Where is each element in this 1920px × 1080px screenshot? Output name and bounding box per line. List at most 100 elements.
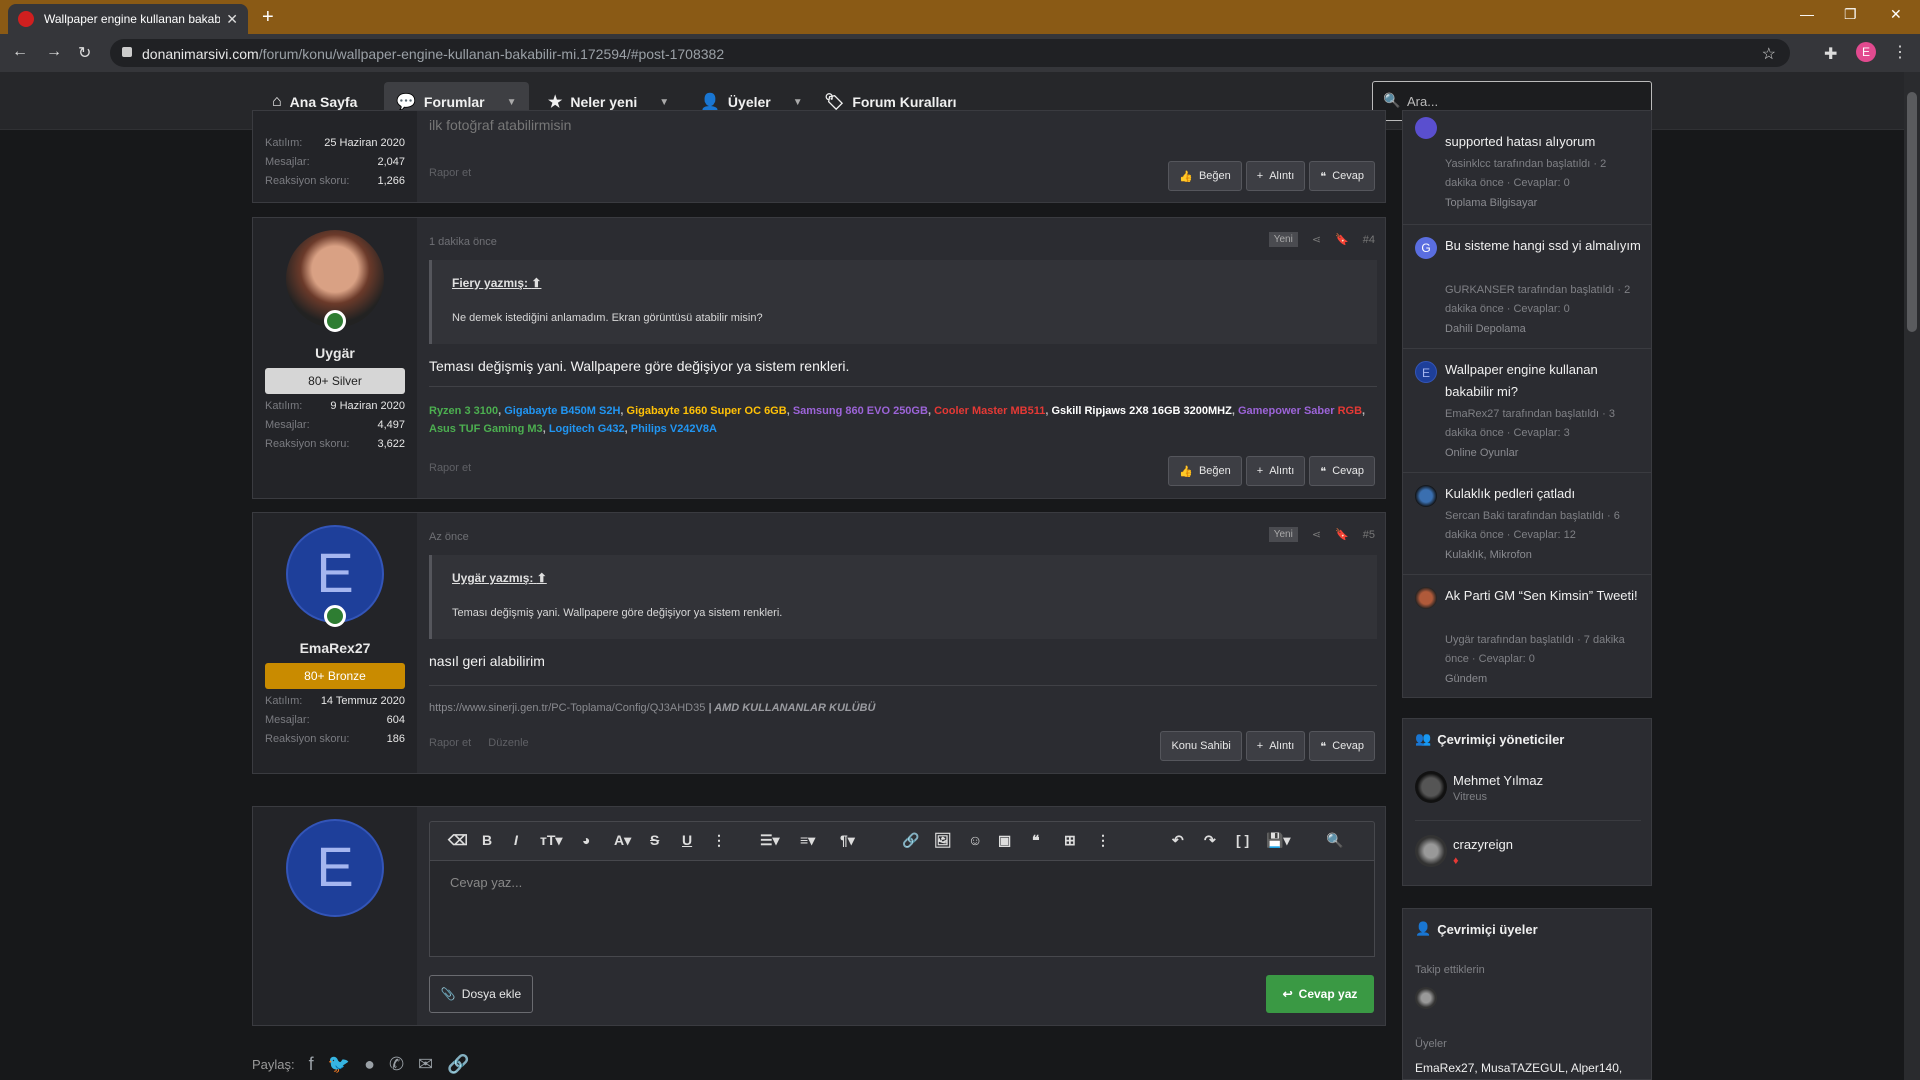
post-number[interactable]: #4 — [1363, 234, 1375, 246]
extensions-icon[interactable]: ✚ — [1824, 44, 1837, 64]
thread-forum[interactable]: Kulaklık, Mikrofon — [1445, 549, 1532, 561]
minimize-icon[interactable]: — — [1800, 6, 1814, 22]
save-draft-icon[interactable]: 💾▾ — [1266, 832, 1290, 849]
chevron-down-icon[interactable]: ▼ — [793, 97, 803, 108]
quote-author[interactable]: Fiery yazmış: ⬆ — [452, 276, 541, 290]
moderator-name[interactable]: Mehmet Yılmaz — [1453, 773, 1543, 788]
members-list[interactable]: EmaRex27, MusaTAZEGUL, Alper140, — [1415, 1061, 1622, 1075]
bookmark-icon[interactable]: 🔖 — [1335, 528, 1349, 541]
thread-forum[interactable]: Dahili Depolama — [1445, 323, 1526, 335]
reload-icon[interactable]: ↻ — [78, 43, 91, 63]
smiley-icon[interactable]: ☺ — [968, 832, 982, 848]
avatar[interactable] — [1415, 835, 1447, 867]
chevron-down-icon[interactable]: ▼ — [507, 97, 517, 108]
quote-button[interactable]: + Alıntı — [1245, 161, 1306, 191]
twitter-icon[interactable]: 🐦 — [328, 1054, 350, 1075]
more-options-icon[interactable]: ⋮ — [712, 832, 726, 849]
eraser-icon[interactable]: ⌫ — [448, 832, 468, 849]
avatar[interactable] — [1415, 771, 1447, 803]
profile-avatar[interactable]: E — [1856, 42, 1876, 62]
share-icon[interactable]: ⋖ — [1312, 528, 1321, 541]
palette-icon[interactable]: ◕ — [582, 832, 590, 848]
like-button[interactable]: 👍 Beğen — [1168, 456, 1242, 486]
moderator-item[interactable]: crazyreign ♦ — [1415, 835, 1641, 875]
bold-icon[interactable]: B — [482, 832, 492, 848]
avatar[interactable]: E — [286, 819, 384, 917]
share-icon[interactable]: ⋖ — [1312, 233, 1321, 246]
username[interactable]: Uygär — [253, 345, 417, 361]
list-icon[interactable]: ☰▾ — [760, 832, 780, 849]
arrow-up-circle-icon[interactable]: ⬆ — [537, 571, 547, 585]
url-field[interactable]: donanimarsivi.com/forum/konu/wallpaper-e… — [110, 39, 1790, 67]
thread-title[interactable]: Wallpaper engine kullanan bakabilir mi? — [1445, 359, 1641, 403]
restore-icon[interactable]: ❐ — [1844, 6, 1857, 23]
table-icon[interactable]: ⊞ — [1064, 832, 1076, 849]
new-tab-icon[interactable]: + — [262, 6, 274, 29]
bookmark-icon[interactable]: 🔖 — [1335, 233, 1349, 246]
more-options-icon[interactable]: ⋮ — [1096, 832, 1110, 849]
font-family-icon[interactable]: A▾ — [614, 832, 631, 849]
align-icon[interactable]: ≡▾ — [800, 832, 815, 849]
forward-icon[interactable]: → — [46, 43, 62, 61]
report-link[interactable]: Rapor et — [429, 167, 471, 179]
thread-title[interactable]: Kulaklık pedleri çatladı — [1445, 483, 1641, 505]
thread-forum[interactable]: Gündem — [1445, 673, 1487, 685]
thread-item[interactable]: supported hatası alıyorum Yasinklcc tara… — [1403, 111, 1651, 225]
chevron-down-icon[interactable]: ▼ — [659, 97, 669, 108]
media-icon[interactable]: ▣ — [998, 832, 1011, 849]
thread-item[interactable]: G Bu sisteme hangi ssd yi almalıyım GURK… — [1403, 225, 1651, 349]
underline-icon[interactable]: U — [682, 832, 692, 848]
edit-link[interactable]: Düzenle — [488, 737, 528, 749]
undo-icon[interactable]: ↶ — [1172, 832, 1184, 849]
window-close-icon[interactable]: ✕ — [1890, 6, 1902, 23]
facebook-icon[interactable]: f — [309, 1054, 314, 1075]
browser-tab[interactable]: Wallpaper engine kullanan bakab ✕ — [8, 4, 248, 34]
bbcode-icon[interactable]: [ ] — [1236, 832, 1249, 848]
thread-forum[interactable]: Toplama Bilgisayar — [1445, 197, 1537, 209]
image-icon[interactable]: 🖼 — [934, 832, 952, 849]
thread-title[interactable]: Bu sisteme hangi ssd yi almalıyım — [1445, 235, 1641, 257]
link-icon[interactable]: 🔗 — [902, 832, 919, 849]
avatar[interactable] — [1415, 987, 1437, 1009]
quote-icon[interactable]: ❝ — [1032, 832, 1040, 849]
post-reply-button[interactable]: ↩ Cevap yaz — [1266, 975, 1374, 1013]
report-link[interactable]: Rapor et — [429, 737, 471, 749]
close-tab-icon[interactable]: ✕ — [226, 11, 238, 28]
post-number[interactable]: #5 — [1363, 529, 1375, 541]
redo-icon[interactable]: ↷ — [1204, 832, 1216, 849]
back-icon[interactable]: ← — [12, 43, 28, 61]
font-size-icon[interactable]: тT▾ — [540, 832, 562, 849]
attach-file-button[interactable]: 📎 Dosya ekle — [429, 975, 533, 1013]
thread-owner-button[interactable]: Konu Sahibi — [1160, 731, 1242, 761]
email-icon[interactable]: ✉ — [418, 1054, 433, 1075]
italic-icon[interactable]: I — [514, 832, 518, 848]
whatsapp-icon[interactable]: ✆ — [389, 1054, 404, 1075]
moderator-item[interactable]: Mehmet Yılmaz Vitreus — [1415, 771, 1641, 821]
signature-link[interactable]: https://www.sinerji.gen.tr/PC-Toplama/Co… — [429, 702, 705, 714]
thread-item[interactable]: Kulaklık pedleri çatladı Sercan Baki tar… — [1403, 473, 1651, 575]
moderator-name[interactable]: crazyreign — [1453, 837, 1513, 852]
strikethrough-icon[interactable]: S — [650, 832, 659, 848]
quote-button[interactable]: + Alıntı — [1245, 456, 1306, 486]
browser-menu-icon[interactable]: ⋮ — [1892, 42, 1908, 62]
bookmark-star-icon[interactable]: ☆ — [1762, 44, 1776, 64]
thread-title[interactable]: supported hatası alıyorum — [1445, 131, 1641, 153]
thread-forum[interactable]: Online Oyunlar — [1445, 447, 1518, 459]
reply-button[interactable]: ❝ Cevap — [1309, 161, 1375, 191]
thread-item[interactable]: Ak Parti GM “Sen Kimsin” Tweeti! Uygär t… — [1403, 575, 1651, 699]
paragraph-icon[interactable]: ¶▾ — [840, 832, 855, 849]
quote-button[interactable]: + Alıntı — [1245, 731, 1306, 761]
report-link[interactable]: Rapor et — [429, 462, 471, 474]
like-button[interactable]: 👍 Beğen — [1168, 161, 1242, 191]
thread-title[interactable]: Ak Parti GM “Sen Kimsin” Tweeti! — [1445, 585, 1641, 607]
link-icon[interactable]: 🔗 — [447, 1054, 469, 1075]
post-time[interactable]: Az önce — [429, 531, 469, 543]
thread-item[interactable]: E Wallpaper engine kullanan bakabilir mi… — [1403, 349, 1651, 473]
reply-button[interactable]: ❝ Cevap — [1309, 456, 1375, 486]
reply-button[interactable]: ❝ Cevap — [1309, 731, 1375, 761]
search-input[interactable] — [1407, 91, 1637, 111]
reply-textarea[interactable]: Cevap yaz... — [429, 861, 1375, 957]
username[interactable]: EmaRex27 — [253, 640, 417, 656]
page-scrollbar[interactable] — [1904, 72, 1920, 1080]
scrollbar-thumb[interactable] — [1907, 92, 1917, 332]
